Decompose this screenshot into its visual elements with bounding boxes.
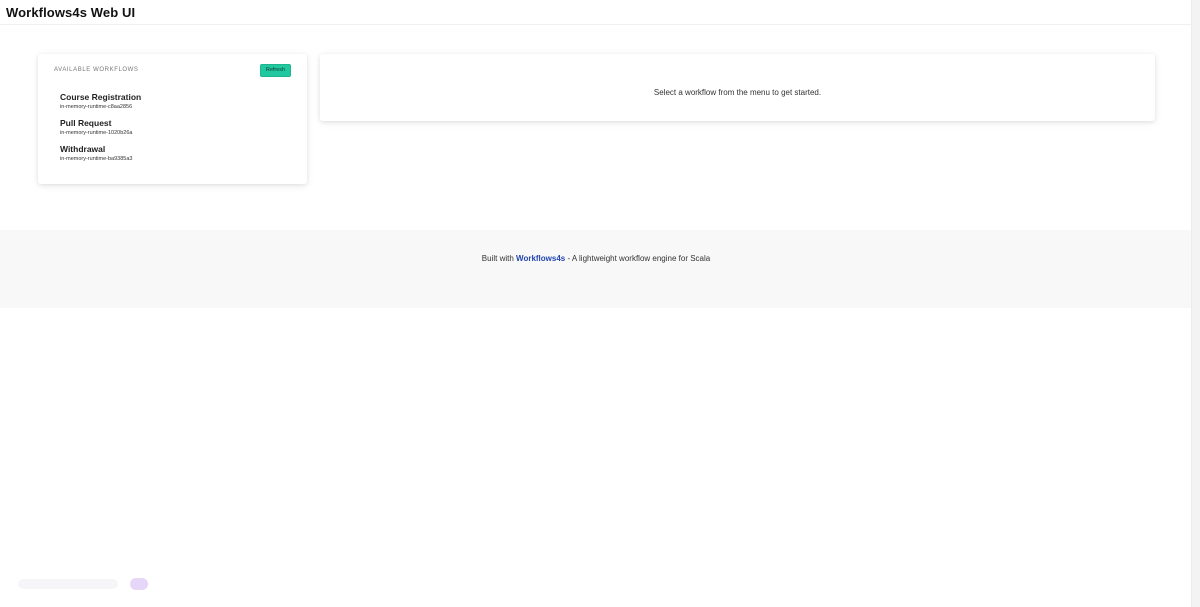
- corner-smudge: [18, 579, 118, 589]
- footer: Built with Workflows4s - A lightweight w…: [0, 230, 1192, 308]
- workflows4s-link[interactable]: Workflows4s: [516, 254, 565, 263]
- workflow-id: in-memory-runtime-1020b26a: [60, 130, 133, 136]
- workflow-id: in-memory-runtime-ba9385a3: [60, 156, 133, 162]
- workflow-name: Withdrawal: [60, 144, 106, 154]
- app-title: Workflows4s Web UI: [6, 5, 136, 20]
- main-panel: Select a workflow from the menu to get s…: [320, 54, 1155, 121]
- workflow-name: Pull Request: [60, 118, 112, 128]
- refresh-button[interactable]: Refresh: [260, 64, 291, 77]
- workflow-item-course-registration[interactable]: Course Registration in-memory-runtime-c8…: [60, 92, 141, 118]
- footer-text: Built with Workflows4s - A lightweight w…: [0, 254, 1192, 263]
- workflow-item-withdrawal[interactable]: Withdrawal in-memory-runtime-ba9385a3: [60, 144, 141, 170]
- workflow-sidebar: AVAILABLE WORKFLOWS Refresh Course Regis…: [38, 54, 307, 184]
- workflow-id: in-memory-runtime-c8aa2856: [60, 104, 133, 110]
- workflow-list: Course Registration in-memory-runtime-c8…: [60, 92, 141, 170]
- empty-state-message: Select a workflow from the menu to get s…: [653, 88, 822, 97]
- sidebar-heading: AVAILABLE WORKFLOWS: [54, 67, 139, 73]
- workflow-name: Course Registration: [60, 92, 142, 102]
- footer-suffix: - A lightweight workflow engine for Scal…: [567, 254, 711, 263]
- workflow-item-pull-request[interactable]: Pull Request in-memory-runtime-1020b26a: [60, 118, 141, 144]
- app-header: Workflows4s Web UI: [0, 0, 1192, 25]
- page-scrollbar[interactable]: [1191, 0, 1200, 607]
- footer-prefix: Built with: [481, 254, 514, 263]
- page: Workflows4s Web UI AVAILABLE WORKFLOWS R…: [0, 0, 1200, 607]
- corner-blob: [130, 578, 148, 590]
